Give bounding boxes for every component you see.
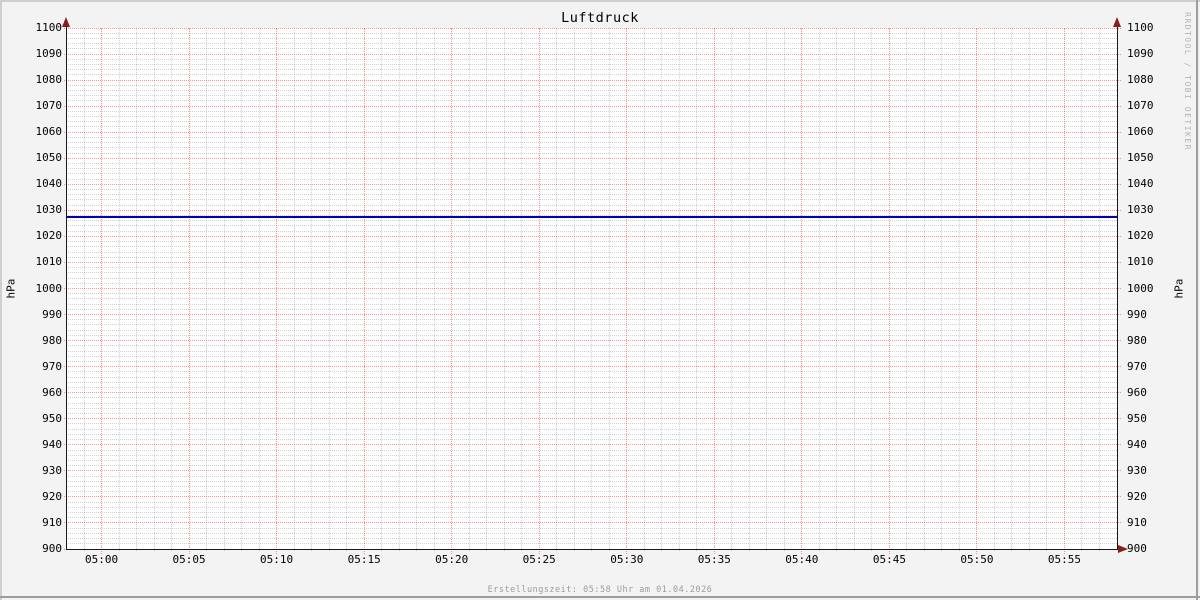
y-tick-label-right: 910 — [1127, 515, 1147, 529]
y-tick-label-right: 1070 — [1127, 99, 1154, 113]
x-tick-label: 05:30 — [610, 553, 644, 566]
x-tick-label: 05:05 — [172, 553, 206, 566]
y-tick-label-right: 970 — [1127, 359, 1147, 373]
frame-border-left — [0, 0, 2, 600]
y-axis-unit-left: hPa — [4, 278, 18, 299]
pressure-graph: Luftdruck RRDTOOL / TOBI OETIKER hPa hPa… — [0, 0, 1200, 600]
y-axis-left-line — [66, 26, 67, 550]
y-tick-label-left: 990 — [42, 307, 62, 321]
y-tick-label-left: 920 — [42, 489, 62, 503]
y-tick-label-right: 930 — [1127, 463, 1147, 477]
y-tick-label-right: 990 — [1127, 307, 1147, 321]
y-tick-label-left: 950 — [42, 411, 62, 425]
y-tick-label-left: 1030 — [35, 203, 63, 217]
y-tick-label-left: 1060 — [35, 125, 63, 139]
y-tick-label-left: 1070 — [35, 99, 63, 113]
y-tick-label-left: 1050 — [35, 151, 63, 165]
y-tick-label-left: 1080 — [35, 73, 63, 87]
y-tick-label-right: 960 — [1127, 385, 1147, 399]
x-axis-arrow-icon — [1118, 545, 1128, 553]
y-tick-label-left: 940 — [42, 437, 62, 451]
x-axis-line — [66, 549, 1119, 550]
y-tick-label-left: 1010 — [35, 255, 63, 269]
creation-timestamp: Erstellungszeit: 05:58 Uhr am 01.04.2026 — [487, 585, 713, 595]
y-axis-unit-right: hPa — [1172, 278, 1186, 299]
y-tick-label-right: 950 — [1127, 411, 1147, 425]
chart-title: Luftdruck — [561, 10, 639, 26]
y-tick-label-right: 980 — [1127, 333, 1147, 347]
y-tick-label-right: 1090 — [1127, 47, 1154, 61]
x-tick-label: 05:20 — [435, 553, 469, 566]
y-tick-label-left: 960 — [42, 385, 62, 399]
frame-border-bottom — [0, 596, 1200, 598]
y-tick-label-right: 1080 — [1127, 73, 1154, 87]
y-tick-label-left: 930 — [42, 463, 62, 477]
y-tick-label-left: 1020 — [35, 229, 63, 243]
y-tick-label-left: 970 — [42, 359, 62, 373]
y-tick-label-right: 940 — [1127, 437, 1147, 451]
frame-border-right — [1196, 0, 1198, 600]
y-tick-label-right: 1060 — [1127, 125, 1154, 139]
y-tick-label-right: 1010 — [1127, 255, 1154, 269]
y-tick-label-left: 1090 — [35, 47, 63, 61]
y-tick-label-right: 1020 — [1127, 229, 1154, 243]
x-tick-label: 05:50 — [960, 553, 994, 566]
x-tick-label: 05:40 — [785, 553, 819, 566]
y-axis-right-line — [1117, 26, 1118, 550]
plot-area — [67, 28, 1117, 549]
x-tick-label: 05:15 — [347, 553, 381, 566]
rrdtool-watermark: RRDTOOL / TOBI OETIKER — [1183, 12, 1192, 151]
y-axis-left-arrow-icon — [62, 17, 70, 27]
y-tick-label-left: 910 — [42, 515, 62, 529]
x-tick-label: 05:45 — [872, 553, 906, 566]
frame-border-top — [0, 0, 1200, 2]
y-tick-label-right: 920 — [1127, 489, 1147, 503]
y-tick-label-right: 1000 — [1127, 281, 1154, 295]
y-tick-label-left: 980 — [42, 333, 62, 347]
y-tick-label-left: 1000 — [35, 281, 63, 295]
y-tick-label-right: 1030 — [1127, 203, 1154, 217]
x-tick-label: 05:10 — [260, 553, 294, 566]
series-line-garten — [67, 216, 1117, 218]
y-tick-label-right: 900 — [1127, 542, 1147, 555]
x-tick-label: 05:55 — [1047, 553, 1082, 566]
x-tick-label: 05:00 — [84, 553, 119, 566]
x-tick-label: 05:35 — [697, 553, 731, 566]
y-tick-label-right: 1050 — [1127, 151, 1154, 165]
x-tick-label: 05:25 — [522, 553, 556, 566]
y-tick-label-left: 900 — [42, 542, 62, 555]
legend-row: Garten Aktuell: 1027.4 hPa Minimum: 1027… — [0, 567, 1200, 583]
y-tick-label-left: 1040 — [35, 177, 63, 191]
y-axis-right-arrow-icon — [1113, 17, 1121, 27]
y-tick-label-right: 1040 — [1127, 177, 1154, 191]
